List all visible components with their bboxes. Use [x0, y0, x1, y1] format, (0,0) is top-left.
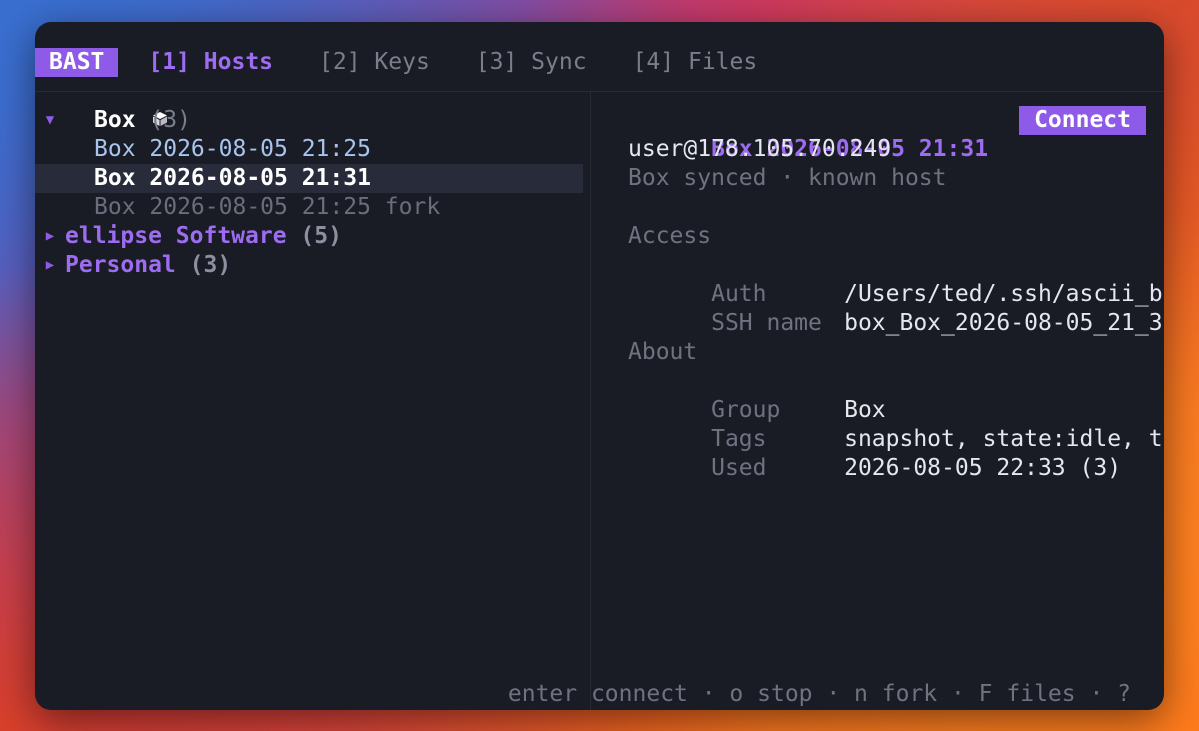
pane-divider: [590, 92, 591, 710]
app-brand: BAST: [35, 48, 119, 77]
section-heading-access: Access: [628, 223, 712, 249]
tree-group-box[interactable]: ▼ Box (3): [35, 106, 583, 135]
header-divider: [35, 91, 1164, 92]
group-count: (3): [149, 107, 191, 133]
detail-pane: Box 2026-08-05 21:31 Connect user@178.10…: [628, 106, 1164, 481]
caret-right-icon[interactable]: ▶: [35, 251, 65, 280]
tree-group-personal[interactable]: ▶ Personal (3): [35, 251, 583, 280]
host-label: Box 2026-08-05 21:31: [94, 165, 371, 191]
host-status: Box synced · known host: [628, 165, 947, 191]
host-address: user@178.105.70.249: [628, 136, 892, 162]
caret-down-icon[interactable]: ▼: [35, 106, 65, 135]
tags-row: Tags snapshot, state:idle, ty…: [628, 396, 1164, 452]
keybinding-hints: enter connect · o stop · n fork · F file…: [507, 681, 1131, 707]
group-count: (5): [300, 223, 342, 249]
tree-item-selected[interactable]: Box 2026-08-05 21:31: [35, 164, 583, 193]
group-name: Personal: [65, 252, 176, 278]
tab-hosts[interactable]: [1] Hosts: [148, 48, 273, 77]
used-value: 2026-08-05 22:33 (3): [844, 455, 1122, 481]
auth-row: Auth/Users/ted/.ssh/ascii_bo…: [628, 251, 1164, 307]
group-row: Group Box: [628, 367, 1146, 423]
tree-item[interactable]: Box 2026-08-05 21:25: [35, 135, 583, 164]
tab-files[interactable]: [4] Files: [633, 48, 758, 77]
host-label: Box 2026-08-05 21:25 fork: [94, 194, 441, 220]
tab-sync[interactable]: [3] Sync: [476, 48, 587, 77]
caret-right-icon[interactable]: ▶: [35, 222, 65, 251]
ssh-name-row: SSH name box_Box_2026-08-05_21_31: [628, 280, 1164, 336]
used-row: Used 2026-08-05 22:33 (3): [628, 425, 1146, 481]
tree-item[interactable]: Box 2026-08-05 21:25 fork: [35, 193, 583, 222]
used-label: Used: [711, 455, 767, 481]
group-count: (3): [189, 252, 232, 278]
group-name: ellipse Software: [65, 223, 287, 249]
group-name: Box: [94, 107, 136, 133]
host-tree: ▼ Box (3) Box 2026-08-05 21:25 Box 2026-…: [35, 106, 583, 280]
section-heading-about: About: [628, 339, 698, 365]
terminal-window: BAST [1] Hosts [2] Keys [3] Sync [4] Fil…: [35, 22, 1164, 710]
host-label: Box 2026-08-05 21:25: [94, 136, 371, 162]
tab-keys[interactable]: [2] Keys: [319, 48, 430, 77]
tab-bar: BAST [1] Hosts [2] Keys [3] Sync [4] Fil…: [35, 48, 1164, 77]
tree-group-ellipse-software[interactable]: ▶ ellipse Software (5): [35, 222, 583, 251]
connect-button[interactable]: Connect: [1019, 106, 1146, 135]
